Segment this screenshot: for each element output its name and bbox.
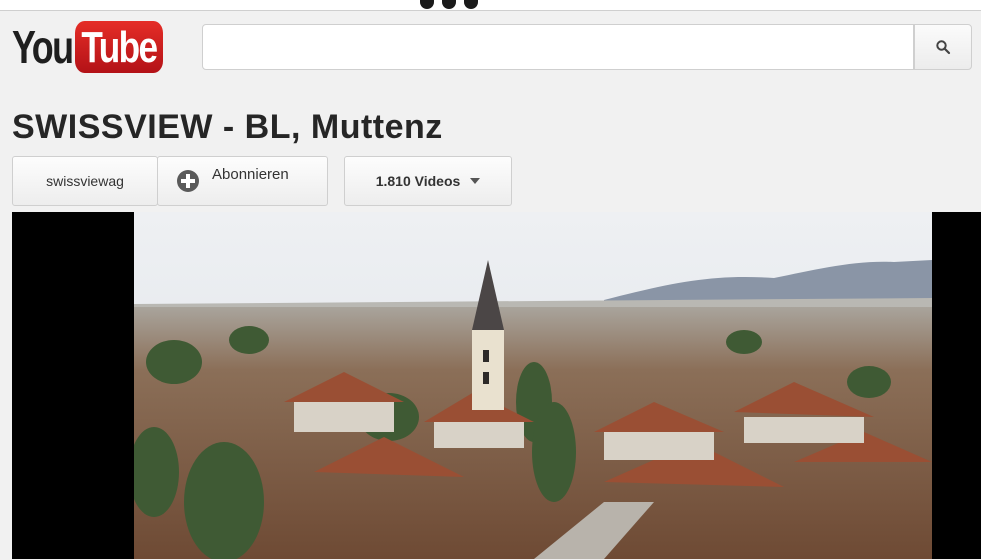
subscribe-button[interactable]: Abonnieren [157,156,328,206]
video-player[interactable] [12,212,981,559]
search-button[interactable] [914,24,972,70]
channel-user-button[interactable]: swissviewag [12,156,158,206]
logo-you-text: You [12,21,74,73]
search-icon [936,40,951,55]
video-frame-image [134,212,932,559]
logo-tube-text: Tube [75,21,164,73]
channel-title: SWISSVIEW - BL, Muttenz [12,108,443,146]
youtube-logo[interactable]: You Tube [12,18,185,76]
plus-circle-icon [177,170,199,192]
videos-dropdown-button[interactable]: 1.810 Videos [344,156,512,206]
search-input[interactable] [202,24,914,70]
chevron-down-icon [470,178,481,184]
videos-count-label: 1.810 Videos [375,173,461,189]
subscribe-label: Abonnieren [212,165,289,183]
